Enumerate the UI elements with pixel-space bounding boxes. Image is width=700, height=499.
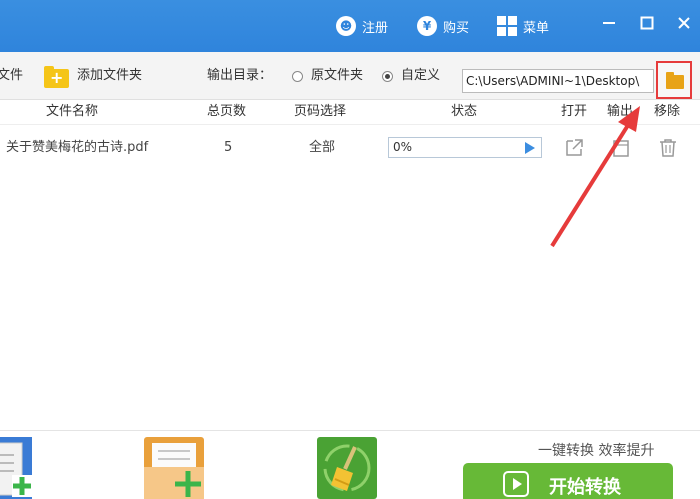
- progress-text: 0%: [393, 140, 413, 154]
- play-icon[interactable]: [525, 142, 535, 154]
- add-folder-icon[interactable]: +: [44, 66, 69, 88]
- menu-label: 菜单: [523, 20, 550, 36]
- add-folder-button[interactable]: 添加文件夹: [77, 52, 142, 100]
- add-file-icon[interactable]: [0, 437, 32, 499]
- folder-icon: [666, 72, 684, 89]
- close-icon[interactable]: [672, 14, 696, 38]
- col-header-open: 打开: [561, 104, 588, 119]
- output-path-input[interactable]: C:\Users\ADMINI~1\Desktop\: [462, 69, 654, 93]
- col-header-output: 输出: [607, 104, 634, 119]
- register-button[interactable]: ☻ 注册: [336, 14, 388, 38]
- option-custom-label[interactable]: 自定义: [401, 52, 440, 100]
- header-divider: [0, 124, 700, 125]
- row-progress: 0%: [388, 137, 542, 158]
- col-header-remove: 移除: [654, 104, 681, 119]
- output-folder-icon[interactable]: [610, 137, 632, 159]
- col-header-status: 状态: [451, 104, 478, 119]
- start-convert-label: 开始转换: [549, 477, 621, 498]
- maximize-icon[interactable]: [635, 14, 659, 38]
- grid-icon: [497, 16, 517, 36]
- slogan-text: 一键转换 效率提升: [538, 443, 655, 459]
- col-header-pages: 总页数: [207, 104, 247, 119]
- output-dir-label: 输出目录：: [207, 68, 273, 83]
- open-external-icon[interactable]: [563, 137, 585, 159]
- title-bar: ☻ 注册 ¥ 购买 菜单: [0, 0, 700, 52]
- radio-original-folder[interactable]: [292, 71, 303, 82]
- app-window: ☻ 注册 ¥ 购买 菜单 文件 + 添加文件夹 输出目录： 原文件夹 自定义 C…: [0, 0, 700, 499]
- menu-button[interactable]: 菜单: [497, 14, 549, 38]
- play-icon: [503, 471, 529, 497]
- col-header-name: 文件名称: [46, 104, 99, 119]
- yen-icon: ¥: [417, 16, 437, 36]
- option-original-label[interactable]: 原文件夹: [311, 52, 363, 100]
- buy-label: 购买: [443, 20, 470, 36]
- buy-button[interactable]: ¥ 购买: [417, 14, 469, 38]
- start-convert-button[interactable]: 开始转换: [463, 463, 673, 499]
- col-header-page-select: 页码选择: [294, 104, 347, 119]
- add-file-button[interactable]: 文件: [0, 52, 23, 100]
- user-icon: ☻: [336, 16, 356, 36]
- bottom-divider: [0, 430, 700, 431]
- row-page-count: 5: [224, 140, 233, 155]
- trash-icon[interactable]: [657, 137, 679, 159]
- add-folder-tool-icon[interactable]: [144, 437, 204, 499]
- row-file-name: 关于赞美梅花的古诗.pdf: [6, 140, 149, 155]
- clear-list-icon[interactable]: [317, 437, 377, 499]
- minimize-icon[interactable]: [597, 14, 621, 38]
- register-label: 注册: [362, 20, 389, 36]
- row-page-select[interactable]: 全部: [309, 136, 335, 160]
- radio-custom[interactable]: [382, 71, 393, 82]
- browse-folder-button[interactable]: [656, 61, 692, 99]
